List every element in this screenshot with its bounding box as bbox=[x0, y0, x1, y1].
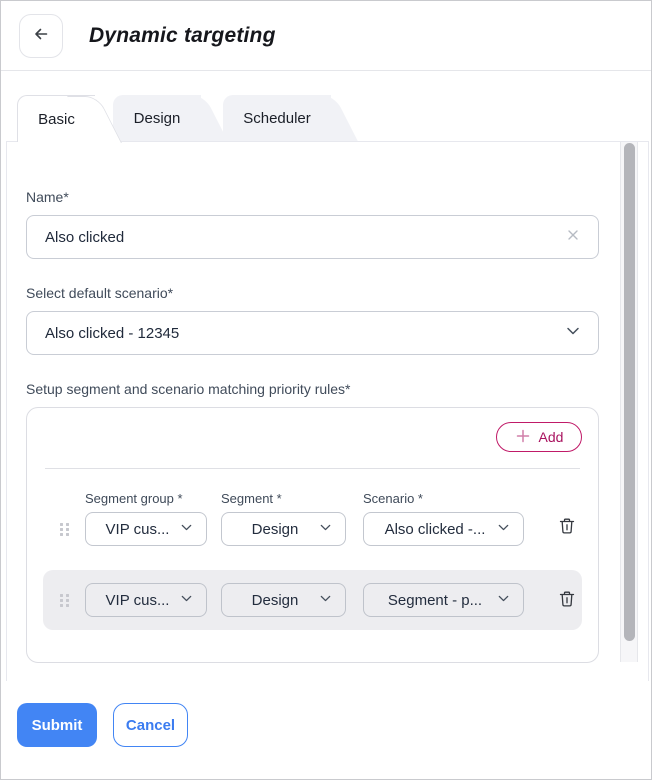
scenario-select[interactable]: Also clicked -... bbox=[363, 512, 524, 546]
name-input[interactable]: Also clicked bbox=[26, 215, 599, 259]
add-rule-label: Add bbox=[539, 429, 564, 445]
rule-row-1: Segment group * VIP cus... Segment * Des… bbox=[43, 491, 582, 546]
segment-column-label: Segment * bbox=[221, 491, 346, 506]
default-scenario-select[interactable]: Also clicked - 12345 bbox=[26, 311, 599, 355]
tab-panel-basic: Name* Also clicked Select default scenar… bbox=[6, 141, 649, 681]
cancel-button[interactable]: Cancel bbox=[113, 703, 188, 747]
tab-bar: Basic Design Scheduler bbox=[1, 95, 651, 141]
footer-actions: Submit Cancel bbox=[1, 681, 651, 747]
scrollbar-thumb[interactable] bbox=[624, 143, 635, 641]
scenario-select[interactable]: Segment - p... bbox=[363, 583, 524, 617]
arrow-left-icon bbox=[31, 24, 51, 47]
trash-icon bbox=[557, 589, 577, 612]
chevron-down-icon bbox=[496, 520, 511, 539]
page-title: Dynamic targeting bbox=[89, 24, 276, 48]
chevron-down-icon bbox=[496, 591, 511, 610]
delete-rule-button[interactable] bbox=[555, 514, 579, 540]
drag-handle-icon[interactable] bbox=[60, 594, 69, 607]
tab-label: Scheduler bbox=[243, 110, 311, 127]
rules-card: Add Segment group * VIP cus... Segmen bbox=[26, 407, 599, 663]
dynamic-targeting-window: Dynamic targeting Basic Design Scheduler… bbox=[0, 0, 652, 780]
segment-select[interactable]: Design bbox=[221, 583, 346, 617]
chevron-down-icon bbox=[564, 322, 582, 344]
default-scenario-label: Select default scenario* bbox=[26, 285, 599, 301]
basic-form: Name* Also clicked Select default scenar… bbox=[7, 142, 648, 663]
chevron-down-icon bbox=[179, 520, 194, 539]
segment-select[interactable]: Design bbox=[221, 512, 346, 546]
drag-handle-icon[interactable] bbox=[60, 523, 69, 536]
tab-scheduler[interactable]: Scheduler bbox=[223, 95, 331, 141]
chevron-down-icon bbox=[318, 520, 333, 539]
clear-icon[interactable] bbox=[564, 226, 582, 248]
header: Dynamic targeting bbox=[1, 1, 651, 71]
tab-basic[interactable]: Basic bbox=[17, 95, 95, 142]
plus-icon bbox=[515, 428, 531, 447]
default-scenario-value: Also clicked - 12345 bbox=[45, 325, 564, 342]
delete-rule-button[interactable] bbox=[555, 587, 579, 613]
rules-card-header: Add bbox=[43, 422, 582, 452]
scrollbar-track[interactable] bbox=[620, 142, 638, 662]
rule-row-2: VIP cus... Design Segment - p... bbox=[43, 570, 582, 630]
segment-group-select[interactable]: VIP cus... bbox=[85, 583, 207, 617]
divider bbox=[45, 468, 580, 469]
trash-icon bbox=[557, 516, 577, 539]
tab-label: Design bbox=[134, 110, 181, 127]
chevron-down-icon bbox=[179, 591, 194, 610]
name-value: Also clicked bbox=[45, 229, 564, 246]
rules-label: Setup segment and scenario matching prio… bbox=[26, 381, 599, 397]
segment-group-select[interactable]: VIP cus... bbox=[85, 512, 207, 546]
tab-design[interactable]: Design bbox=[113, 95, 201, 141]
scenario-column-label: Scenario * bbox=[363, 491, 524, 506]
tab-label: Basic bbox=[38, 111, 75, 128]
submit-button[interactable]: Submit bbox=[17, 703, 97, 747]
add-rule-button[interactable]: Add bbox=[496, 422, 582, 452]
name-label: Name* bbox=[26, 189, 599, 205]
back-button[interactable] bbox=[19, 14, 63, 58]
chevron-down-icon bbox=[318, 591, 333, 610]
segment-group-column-label: Segment group * bbox=[85, 491, 207, 506]
